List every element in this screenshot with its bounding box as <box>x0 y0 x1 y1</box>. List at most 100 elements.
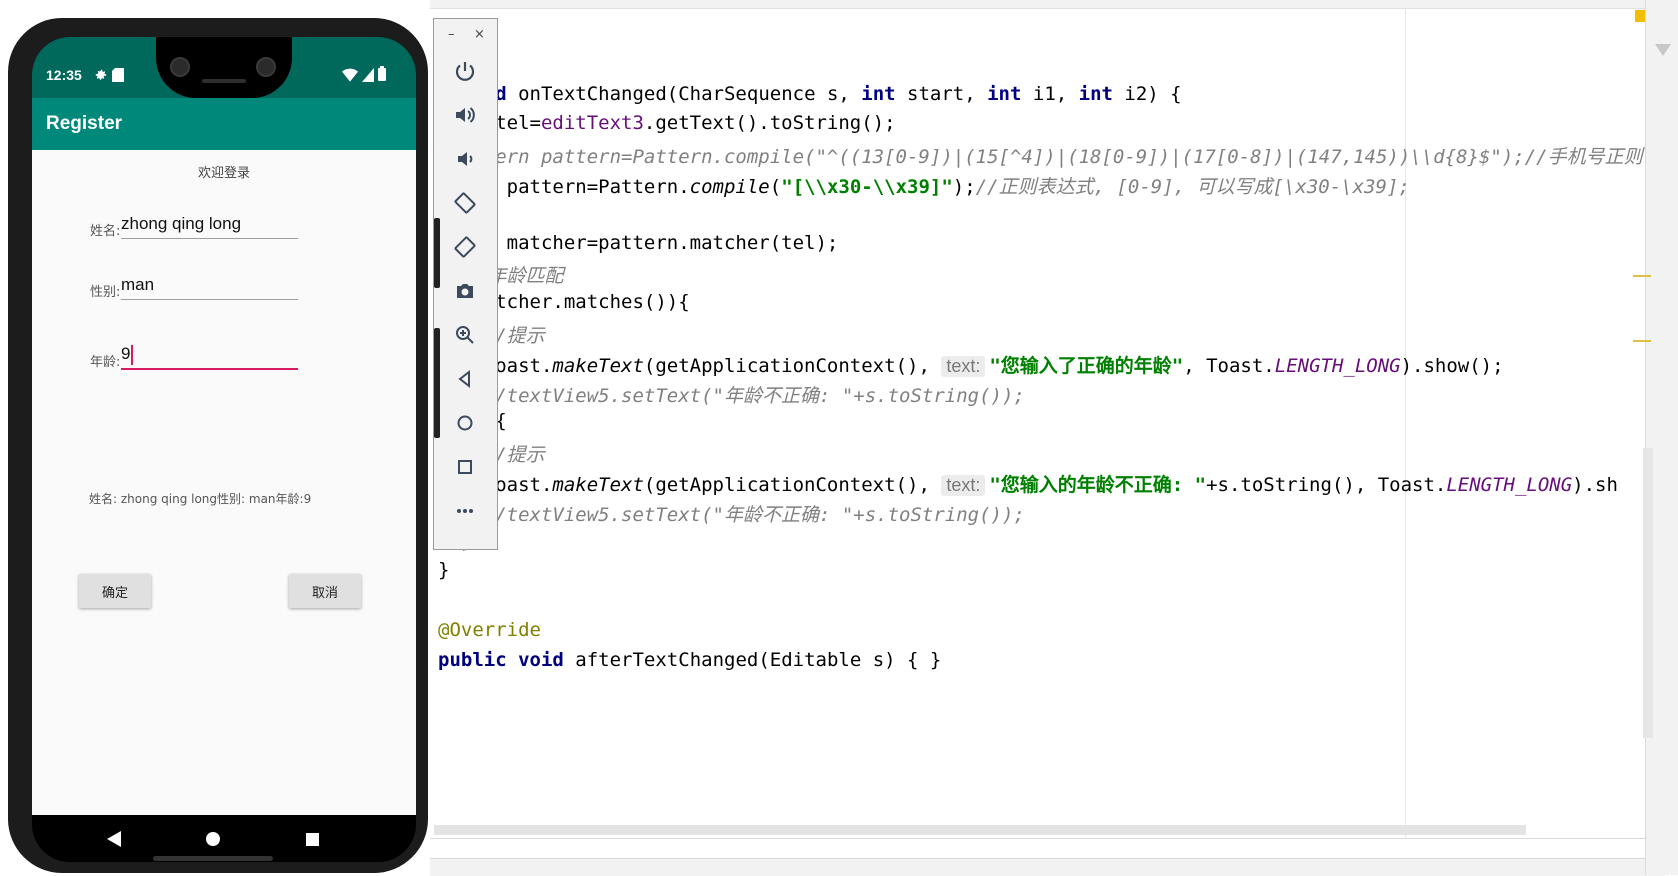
code-token: afterTextChanged(Editable s) { } <box>563 649 942 671</box>
code-token: @Override <box>438 619 541 641</box>
name-label: 姓名: <box>90 224 121 239</box>
code-line[interactable]: Toast.makeText(getApplicationContext(), … <box>438 351 1504 378</box>
gender-field-value: man <box>121 275 155 294</box>
back-icon[interactable] <box>445 359 485 399</box>
front-camera-icon <box>170 57 190 77</box>
volume-up-icon[interactable] <box>445 95 485 135</box>
earpiece-speaker <box>202 79 246 83</box>
code-token: void <box>518 649 564 671</box>
editor-bottom-bar <box>430 858 1665 876</box>
parameter-hint: text: <box>941 475 986 496</box>
confirm-button[interactable]: 确定 <box>79 574 151 608</box>
code-token: //textView5.setText("年龄不正确: "+s.toString… <box>438 385 1025 407</box>
nav-back-icon[interactable] <box>103 828 125 850</box>
welcome-text: 欢迎登录 <box>197 166 250 181</box>
code-token: +s.toString(), Toast. <box>1206 474 1447 496</box>
code-token: int <box>1078 83 1113 105</box>
code-token: onTextChanged(CharSequence s, <box>506 83 862 105</box>
volume-down-icon[interactable] <box>445 139 485 179</box>
editor-top-border <box>430 0 1665 9</box>
code-token: i1, <box>1021 83 1079 105</box>
code-line[interactable]: ring tel=editText3.getText().toString(); <box>438 112 896 134</box>
more-icon[interactable] <box>445 491 485 531</box>
code-token: LENGTH_LONG <box>1274 355 1401 377</box>
code-token: i2) { <box>1112 83 1182 105</box>
status-bar: 12:35 <box>32 37 416 98</box>
age-label: 年龄: <box>90 355 121 370</box>
app-bar: Register <box>32 98 416 150</box>
gender-field[interactable]: man <box>121 271 298 300</box>
code-line[interactable]: public void afterTextChanged(Editable s)… <box>438 649 941 671</box>
settings-icon <box>94 67 108 86</box>
camera-icon[interactable] <box>445 271 485 311</box>
wifi-icon <box>342 67 358 86</box>
rotate-left-icon[interactable] <box>445 183 485 223</box>
phone-screen: 12:35 Register 欢迎登录 姓名: zhong qing long … <box>32 37 416 862</box>
parameter-hint: text: <box>941 356 986 377</box>
front-camera-icon <box>256 57 276 77</box>
close-button[interactable]: × <box>474 27 485 42</box>
warning-indicator-icon[interactable] <box>1635 10 1645 22</box>
code-token: //textView5.setText("年龄不正确: "+s.toString… <box>438 504 1025 526</box>
age-field[interactable]: 9 <box>121 340 298 370</box>
signal-icon <box>362 67 374 86</box>
code-line[interactable]: } <box>438 559 449 581</box>
name-field-value: zhong qing long <box>121 214 242 233</box>
age-field-value: 9 <box>121 344 131 363</box>
code-token: compile <box>689 176 770 198</box>
text-cursor <box>131 344 134 365</box>
code-token: start, <box>895 83 988 105</box>
editor-bottom-border <box>430 838 1665 839</box>
code-token: //正则表达式, [0-9], 可以写成[\x30-\x39]; <box>975 176 1410 198</box>
code-token: /Pattern pattern=Pattern.compile("^((13[… <box>438 146 1643 168</box>
code-token: makeText <box>552 355 644 377</box>
overview-icon[interactable] <box>445 447 485 487</box>
nav-home-icon[interactable] <box>202 828 224 850</box>
code-line[interactable]: Toast.makeText(getApplicationContext(), … <box>438 470 1618 497</box>
code-token: editText3 <box>540 112 644 134</box>
cancel-button[interactable]: 取消 <box>289 574 361 608</box>
warning-stripe-mark[interactable] <box>1633 275 1651 277</box>
code-token: "[\\x30-\\x39]" <box>781 176 953 198</box>
phone-chin-bar <box>153 856 273 861</box>
rotate-right-icon[interactable] <box>445 227 485 267</box>
code-token: tcher matcher=pattern.matcher(tel); <box>438 232 839 254</box>
code-token: , Toast. <box>1183 355 1275 377</box>
code-token: ( <box>769 176 782 198</box>
scroll-arrow-icon[interactable] <box>1655 44 1671 56</box>
code-line[interactable]: tcher matcher=pattern.matcher(tel); <box>438 232 838 254</box>
code-token: ).show(); <box>1400 355 1504 377</box>
code-token: makeText <box>552 474 644 496</box>
code-line[interactable]: c void onTextChanged(CharSequence s, int… <box>438 83 1182 105</box>
code-token: int <box>987 83 1022 105</box>
minimize-button[interactable]: – <box>448 27 455 42</box>
name-field[interactable]: zhong qing long <box>121 210 298 239</box>
code-token: ).sh <box>1572 474 1618 496</box>
home-icon[interactable] <box>445 403 485 443</box>
result-text: 姓名: zhong qing long性别: man年龄:9 <box>89 492 312 506</box>
zoom-icon[interactable] <box>445 315 485 355</box>
power-icon[interactable] <box>445 51 485 91</box>
code-line[interactable]: //textView5.setText("年龄不正确: "+s.toString… <box>438 500 1025 527</box>
camera-notch <box>156 37 292 98</box>
code-line[interactable]: /Pattern pattern=Pattern.compile("^((13[… <box>438 142 1643 169</box>
phone-side-button <box>434 218 440 288</box>
emulator-toolbar: – × <box>433 18 498 550</box>
horizontal-scrollbar[interactable] <box>434 825 1526 835</box>
code-token: } <box>438 559 450 581</box>
code-line[interactable]: ttern pattern=Pattern.compile("[\\x30-\\… <box>438 172 1410 199</box>
code-editor[interactable]: 监听ridec void onTextChanged(CharSequence … <box>430 0 1665 876</box>
status-time: 12:35 <box>46 67 82 83</box>
phone-side-button <box>434 328 440 438</box>
app-title: Register <box>46 113 123 134</box>
battery-icon <box>378 66 386 85</box>
nav-overview-icon[interactable] <box>301 828 323 850</box>
code-token: (getApplicationContext(), <box>643 474 942 496</box>
register-form: 欢迎登录 姓名: zhong qing long 性别: man 年龄: 9 姓… <box>32 150 416 815</box>
warning-stripe-mark[interactable] <box>1633 340 1651 342</box>
vertical-scrollbar[interactable] <box>1643 448 1653 738</box>
right-margin-guide <box>1405 8 1406 838</box>
code-line[interactable]: @Override <box>438 619 541 641</box>
code-line[interactable]: //textView5.setText("年龄不正确: "+s.toString… <box>438 381 1025 408</box>
navigation-bar <box>32 815 416 862</box>
